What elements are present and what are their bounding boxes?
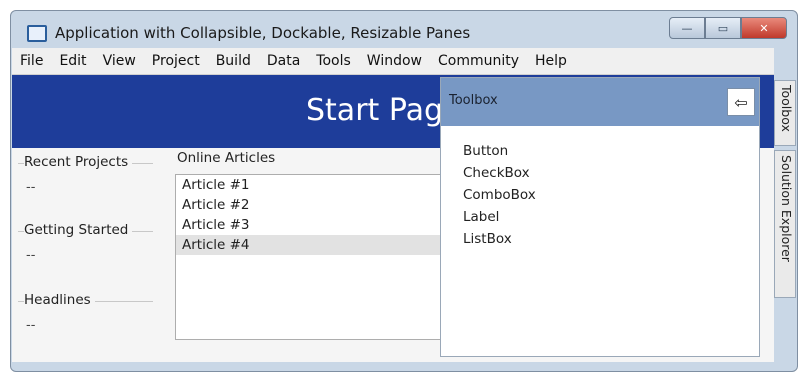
tab-toolbox[interactable]: Toolbox [774,80,796,146]
toolbox-item-button[interactable]: Button [463,140,536,162]
list-item-selected[interactable]: Article #4 [176,235,464,255]
window-controls: — ▭ ✕ [669,17,787,39]
section-value: -- [26,248,36,263]
minimize-button[interactable]: — [669,17,705,39]
window-icon [27,25,47,42]
side-tab-strip: Toolbox Solution Explorer [774,80,798,300]
window-title: Application with Collapsible, Dockable, … [55,24,471,42]
left-panel: Recent Projects -- Getting Started -- He… [12,148,159,362]
articles-list[interactable]: Article #1 Article #2 Article #3 Article… [175,174,465,340]
close-button[interactable]: ✕ [741,17,787,39]
menu-help[interactable]: Help [527,53,575,69]
tab-solution-explorer[interactable]: Solution Explorer [774,150,796,298]
section-value: -- [26,318,36,333]
page-title: Start Page [306,93,462,128]
section-value: -- [26,180,36,195]
menu-build[interactable]: Build [208,53,259,69]
articles-title: Online Articles [177,150,276,166]
section-recent-projects: Recent Projects -- [18,152,153,212]
menu-data[interactable]: Data [259,53,308,69]
toolbox-title: Toolbox [449,93,498,108]
list-item[interactable]: Article #2 [176,195,464,215]
toolbox-item-label[interactable]: Label [463,206,536,228]
tab-toolbox-label: Toolbox [779,85,794,132]
menu-project[interactable]: Project [144,53,208,69]
toolbox-pane: Toolbox ⇦ Button CheckBox ComboBox Label… [440,77,760,357]
section-title: Headlines [24,292,95,308]
list-item[interactable]: Article #1 [176,175,464,195]
pin-icon[interactable]: ⇦ [727,88,755,116]
menu-community[interactable]: Community [430,53,527,69]
section-getting-started: Getting Started -- [18,220,153,280]
toolbox-header[interactable]: Toolbox ⇦ [441,78,759,126]
toolbox-list: Button CheckBox ComboBox Label ListBox [463,140,536,250]
menu-view[interactable]: View [95,53,144,69]
section-title: Recent Projects [24,154,133,170]
title-bar[interactable]: Application with Collapsible, Dockable, … [11,11,797,51]
section-headlines: Headlines -- [18,290,153,350]
tab-solution-explorer-label: Solution Explorer [779,155,794,262]
menu-window[interactable]: Window [359,53,430,69]
toolbox-item-listbox[interactable]: ListBox [463,228,536,250]
menu-file[interactable]: File [12,53,51,69]
menu-tools[interactable]: Tools [308,53,359,69]
section-title: Getting Started [24,222,133,238]
online-articles-panel: Online Articles Article #1 Article #2 Ar… [167,148,465,362]
menu-edit[interactable]: Edit [51,53,94,69]
menu-bar: File Edit View Project Build Data Tools … [12,48,774,75]
toolbox-item-combobox[interactable]: ComboBox [463,184,536,206]
list-item[interactable]: Article #3 [176,215,464,235]
toolbox-item-checkbox[interactable]: CheckBox [463,162,536,184]
maximize-button[interactable]: ▭ [705,17,741,39]
